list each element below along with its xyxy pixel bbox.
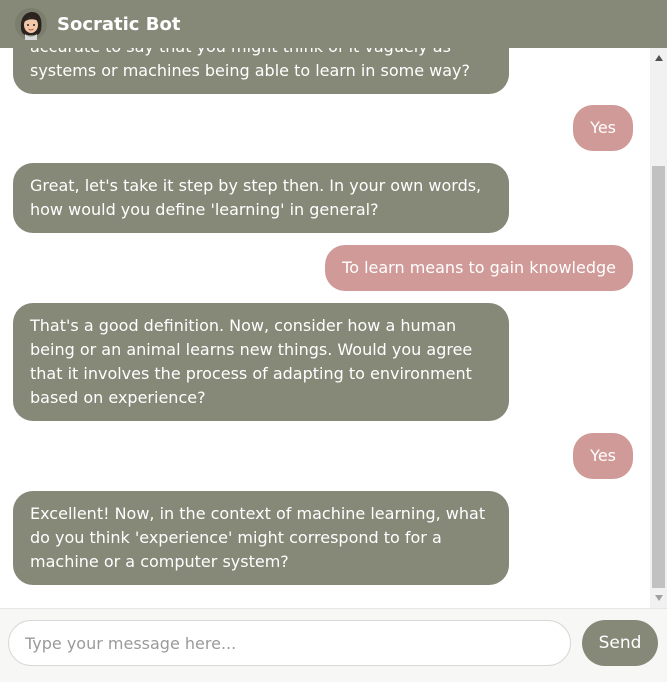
woman-avatar-icon bbox=[15, 8, 47, 40]
bot-message: Excellent! Now, in the context of machin… bbox=[13, 491, 509, 585]
bot-message: Great, let's take it step by step then. … bbox=[13, 163, 509, 233]
message-input[interactable] bbox=[8, 620, 571, 666]
scroll-down-arrow-icon[interactable] bbox=[650, 590, 667, 606]
user-message: Yes bbox=[573, 433, 633, 479]
app-title: Socratic Bot bbox=[57, 13, 181, 35]
message-composer: Send bbox=[0, 609, 667, 682]
bot-message: accurate to say that you might think of … bbox=[13, 48, 509, 94]
user-message: Yes bbox=[573, 105, 633, 151]
chat-scrollbar[interactable] bbox=[650, 48, 667, 608]
scroll-up-arrow-icon[interactable] bbox=[650, 50, 667, 66]
app-header: Socratic Bot bbox=[0, 0, 667, 48]
send-button[interactable]: Send bbox=[582, 620, 658, 666]
chat-messages[interactable]: accurate to say that you might think of … bbox=[0, 48, 650, 608]
user-message: To learn means to gain knowledge bbox=[325, 245, 633, 291]
bot-message: That's a good definition. Now, consider … bbox=[13, 303, 509, 421]
scrollbar-thumb[interactable] bbox=[652, 166, 665, 588]
